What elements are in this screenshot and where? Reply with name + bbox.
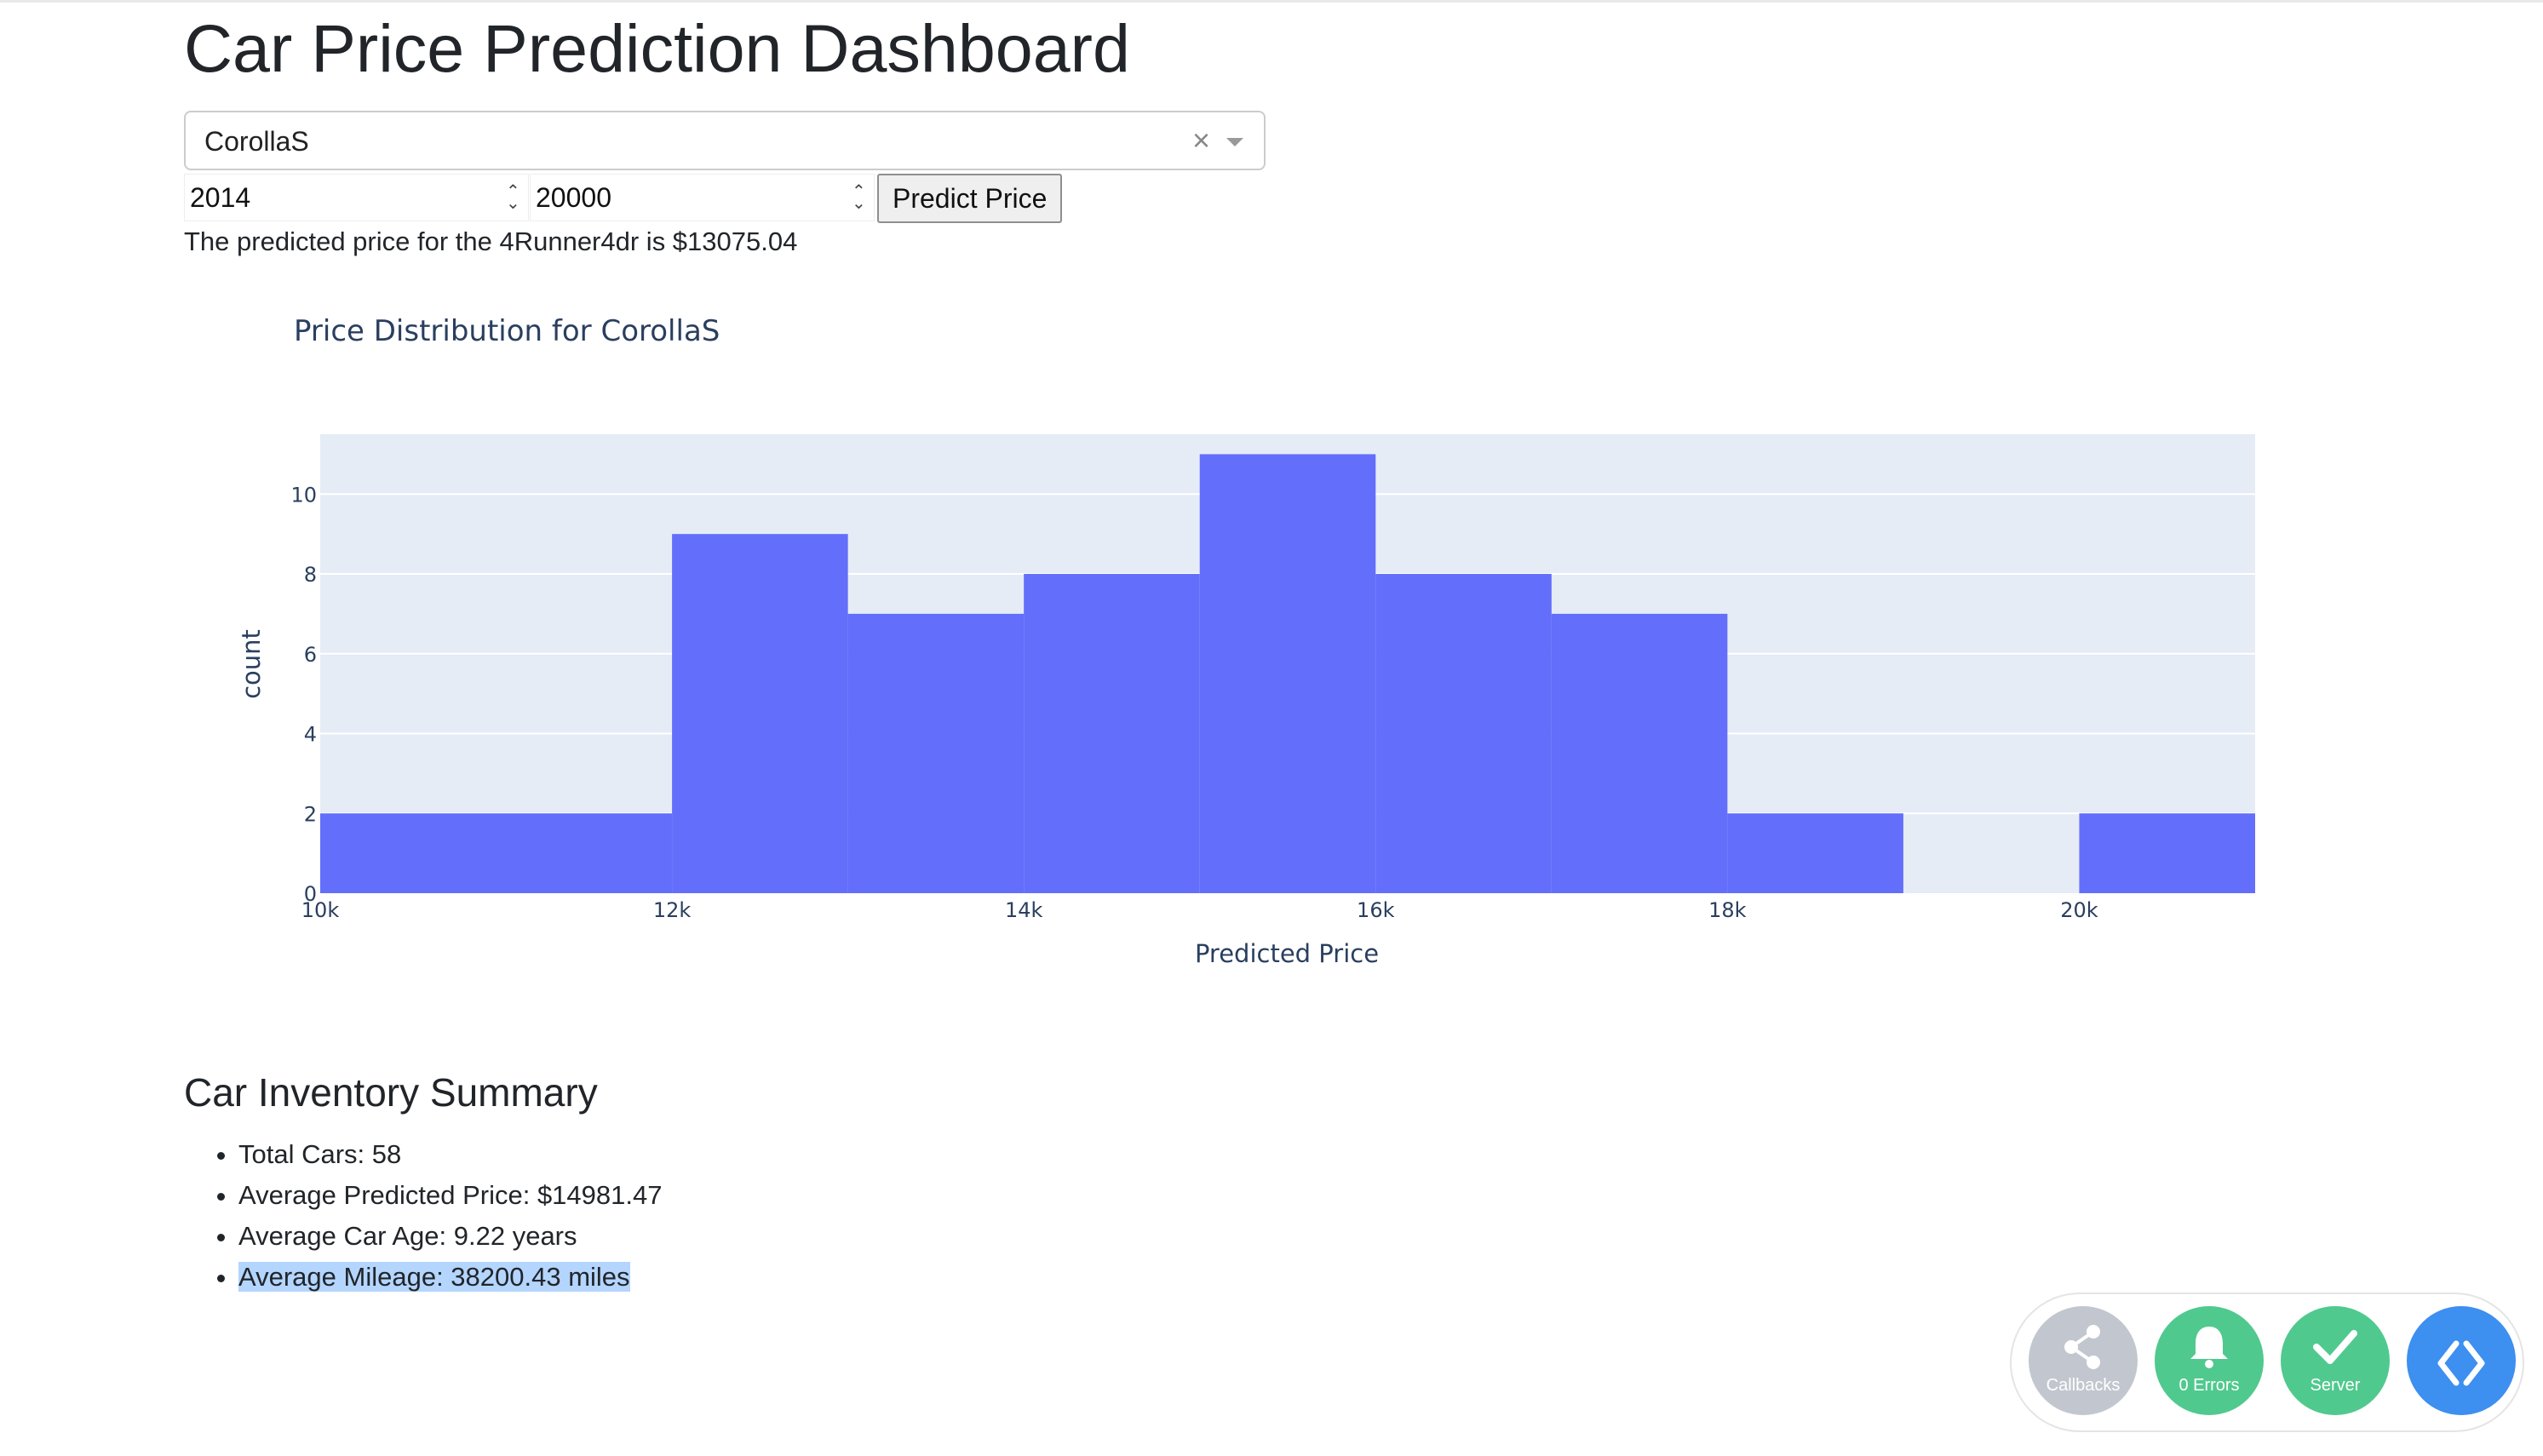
- histogram-bar: [1727, 813, 1903, 893]
- y-tick-label: 2: [304, 802, 317, 826]
- y-tick-label: 8: [304, 563, 317, 587]
- mileage-input[interactable]: [530, 174, 875, 221]
- histogram-bar: [1199, 454, 1376, 893]
- x-axis-ticks: 10k 12k 14k 16k 18k 20k: [301, 898, 2098, 922]
- clear-icon[interactable]: ×: [1192, 123, 1210, 158]
- x-tick-label: 20k: [2060, 898, 2098, 922]
- histogram-bar: [1375, 574, 1552, 893]
- histogram-bar: [1024, 574, 1200, 893]
- mileage-stepper-icon[interactable]: ⌃ ⌄: [852, 183, 866, 212]
- code-icon: [2437, 1340, 2485, 1386]
- y-tick-label: 4: [304, 723, 317, 747]
- price-histogram: Price Distribution for CorollaS 0 2 4 6 8 10 …: [184, 298, 2347, 996]
- chevron-down-icon[interactable]: [1226, 138, 1243, 146]
- share-icon: [2064, 1325, 2100, 1369]
- chart-title: Price Distribution for CorollaS: [294, 314, 720, 348]
- server-button[interactable]: Server: [2281, 1306, 2390, 1415]
- histogram-bar: [1551, 613, 1728, 893]
- histogram-bar: [847, 613, 1025, 893]
- x-tick-label: 16k: [1357, 898, 1395, 922]
- y-tick-label: 10: [290, 483, 317, 507]
- page-title: Car Price Prediction Dashboard: [184, 10, 1130, 86]
- histogram-svg: Price Distribution for CorollaS 0246810 …: [237, 314, 2255, 968]
- summary-item-avg-age: Average Car Age: 9.22 years: [238, 1216, 662, 1257]
- summary-item-total-cars: Total Cars: 58: [238, 1134, 662, 1175]
- callbacks-label: Callbacks: [2046, 1376, 2121, 1395]
- model-dropdown[interactable]: CorollaS ×: [184, 111, 1266, 170]
- x-tick-label: 10k: [301, 898, 340, 922]
- bell-icon: [2190, 1327, 2228, 1368]
- summary-title: Car Inventory Summary: [184, 1070, 598, 1115]
- check-icon: [2313, 1330, 2357, 1364]
- histogram-bar: [2079, 813, 2255, 893]
- y-axis-label: count: [237, 629, 266, 699]
- histogram-bar: [320, 813, 673, 893]
- errors-button[interactable]: 0 Errors: [2155, 1306, 2264, 1415]
- x-tick-label: 12k: [653, 898, 692, 922]
- summary-item-avg-mileage: Average Mileage: 38200.43 miles: [238, 1257, 662, 1298]
- summary-list: Total Cars: 58 Average Predicted Price: …: [184, 1134, 662, 1298]
- model-dropdown-value: CorollaS: [204, 126, 309, 157]
- top-border: [0, 0, 2543, 3]
- x-tick-label: 14k: [1005, 898, 1043, 922]
- callbacks-button[interactable]: Callbacks: [2029, 1306, 2138, 1415]
- histogram-bar: [672, 534, 848, 893]
- errors-label: 0 Errors: [2178, 1376, 2240, 1395]
- debug-menu: Callbacks 0 Errors Server: [2010, 1293, 2524, 1432]
- year-stepper-icon[interactable]: ⌃ ⌄: [506, 183, 520, 212]
- y-tick-label: 6: [304, 643, 317, 667]
- x-tick-label: 18k: [1708, 898, 1747, 922]
- summary-item-avg-price: Average Predicted Price: $14981.47: [238, 1175, 662, 1216]
- x-axis-label: Predicted Price: [1195, 939, 1379, 968]
- y-axis-ticks: 0246810: [290, 483, 317, 906]
- prediction-result: The predicted price for the 4Runner4dr i…: [184, 226, 798, 256]
- devtools-toggle-button[interactable]: [2407, 1306, 2516, 1415]
- year-input[interactable]: [184, 174, 529, 221]
- server-label: Server: [2310, 1376, 2361, 1395]
- predict-price-button[interactable]: Predict Price: [877, 174, 1063, 223]
